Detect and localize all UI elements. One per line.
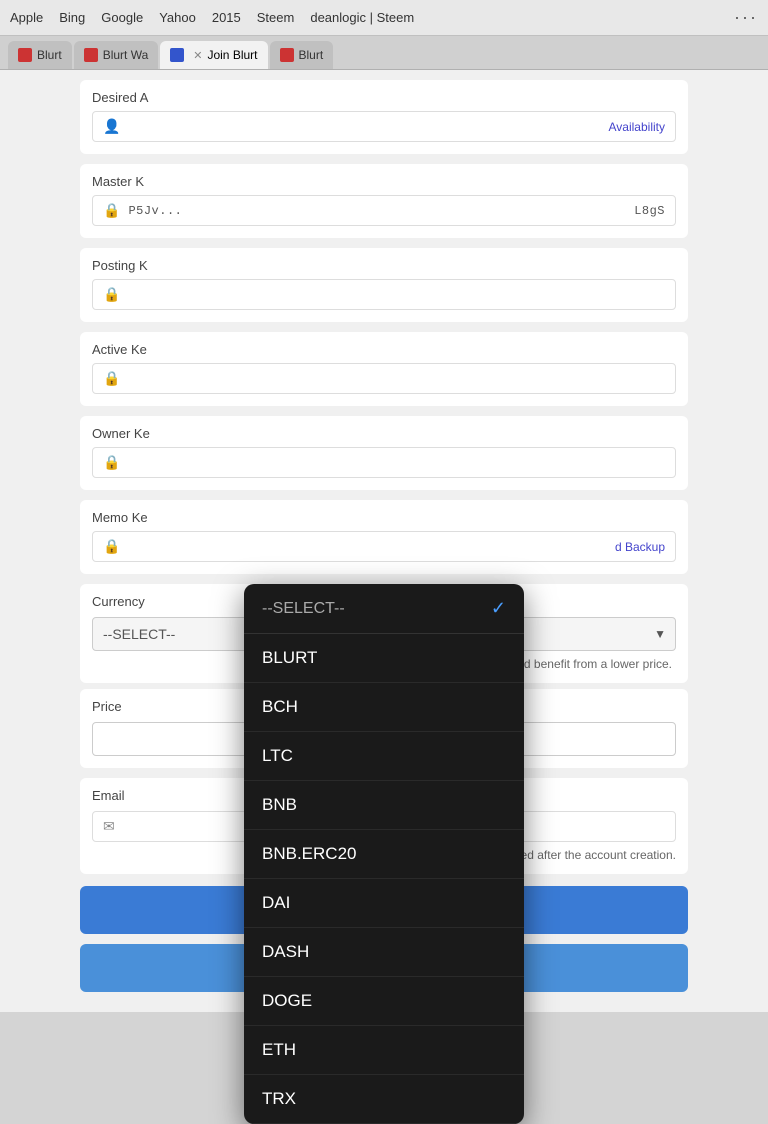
lock-icon-master: 🔒 (103, 202, 120, 219)
email-icon: ✉ (103, 818, 115, 835)
tab-blurt-1[interactable]: Blurt (8, 41, 72, 69)
dropdown-item-doge[interactable]: DOGE (244, 977, 524, 1026)
lock-icon-memo: 🔒 (103, 538, 120, 555)
tab-label-blurt-wallet: Blurt Wa (103, 48, 149, 62)
desired-account-input[interactable] (128, 119, 600, 135)
browser-link-bing[interactable]: Bing (59, 10, 85, 25)
dropdown-title: --SELECT-- (262, 600, 345, 618)
user-icon: 👤 (103, 118, 120, 135)
tab-favicon-blurt-wallet (84, 48, 98, 62)
lock-icon-active: 🔒 (103, 370, 120, 387)
owner-key-input[interactable] (128, 455, 665, 471)
form-section: Desired A 👤 Availability Master K 🔒 P5Jv… (0, 70, 768, 1012)
dropdown-item-dash[interactable]: DASH (244, 928, 524, 977)
memo-key-label: Memo Ke (92, 510, 676, 525)
desired-account-label: Desired A (92, 90, 676, 105)
desired-account-group: Desired A 👤 Availability (80, 80, 688, 154)
active-key-group: Active Ke 🔒 (80, 332, 688, 406)
dropdown-item-dai[interactable]: DAI (244, 879, 524, 928)
tab-favicon-blurt2 (280, 48, 294, 62)
active-key-row: 🔒 (92, 363, 676, 394)
dropdown-item-bch[interactable]: BCH (244, 683, 524, 732)
check-availability-button[interactable]: Availability (609, 120, 665, 134)
dropdown-header: --SELECT-- ✓ (244, 584, 524, 634)
master-key-suffix: L8gS (401, 204, 665, 218)
desired-account-row: 👤 Availability (92, 111, 676, 142)
tab-favicon-blurt1 (18, 48, 32, 62)
browser-link-2015[interactable]: 2015 (212, 10, 241, 25)
tab-bar: Blurt Blurt Wa ✕ Join Blurt Blurt (0, 36, 768, 70)
active-key-label: Active Ke (92, 342, 676, 357)
posting-key-label: Posting K (92, 258, 676, 273)
active-key-input[interactable] (128, 371, 665, 387)
owner-key-label: Owner Ke (92, 426, 676, 441)
master-key-group: Master K 🔒 P5Jv... L8gS (80, 164, 688, 238)
posting-key-row: 🔒 (92, 279, 676, 310)
owner-key-row: 🔒 (92, 447, 676, 478)
browser-link-apple[interactable]: Apple (10, 10, 43, 25)
browser-link-yahoo[interactable]: Yahoo (159, 10, 196, 25)
master-key-label: Master K (92, 174, 676, 189)
tab-close-join-blurt[interactable]: ✕ (193, 49, 202, 62)
dropdown-check-icon[interactable]: ✓ (491, 598, 506, 619)
browser-menu-dots[interactable]: ··· (734, 7, 758, 28)
dropdown-item-ltc[interactable]: LTC (244, 732, 524, 781)
browser-link-deanlogic[interactable]: deanlogic | Steem (310, 10, 414, 25)
download-backup-button[interactable]: d Backup (615, 540, 665, 554)
currency-dropdown-overlay: --SELECT-- ✓ BLURT BCH LTC BNB BNB.ERC20… (244, 584, 524, 1124)
memo-key-group: Memo Ke 🔒 d Backup (80, 500, 688, 574)
posting-key-group: Posting K 🔒 (80, 248, 688, 322)
browser-link-steem[interactable]: Steem (257, 10, 295, 25)
master-key-value: P5Jv... (128, 204, 392, 218)
page-content: Desired A 👤 Availability Master K 🔒 P5Jv… (0, 70, 768, 1012)
memo-key-input[interactable] (128, 539, 607, 555)
master-key-row: 🔒 P5Jv... L8gS (92, 195, 676, 226)
memo-key-row: 🔒 d Backup (92, 531, 676, 562)
dropdown-item-trx[interactable]: TRX (244, 1075, 524, 1124)
tab-label-blurt1: Blurt (37, 48, 62, 62)
owner-key-group: Owner Ke 🔒 (80, 416, 688, 490)
browser-bar: Apple Bing Google Yahoo 2015 Steem deanl… (0, 0, 768, 36)
dropdown-item-eth[interactable]: ETH (244, 1026, 524, 1075)
tab-label-join-blurt: Join Blurt (207, 48, 257, 62)
browser-link-google[interactable]: Google (101, 10, 143, 25)
lock-icon-owner: 🔒 (103, 454, 120, 471)
currency-container: Currency --SELECT-- BLURT BCH LTC BNB BN… (80, 584, 688, 683)
tab-blurt-wallet[interactable]: Blurt Wa (74, 41, 159, 69)
lock-icon-posting: 🔒 (103, 286, 120, 303)
dropdown-item-bnberc20[interactable]: BNB.ERC20 (244, 830, 524, 879)
tab-favicon-join-blurt (170, 48, 184, 62)
posting-key-input[interactable] (128, 287, 665, 303)
tab-label-blurt2: Blurt (299, 48, 324, 62)
tab-join-blurt[interactable]: ✕ Join Blurt (160, 41, 267, 69)
dropdown-item-blurt[interactable]: BLURT (244, 634, 524, 683)
tab-blurt-2[interactable]: Blurt (270, 41, 334, 69)
dropdown-item-bnb[interactable]: BNB (244, 781, 524, 830)
